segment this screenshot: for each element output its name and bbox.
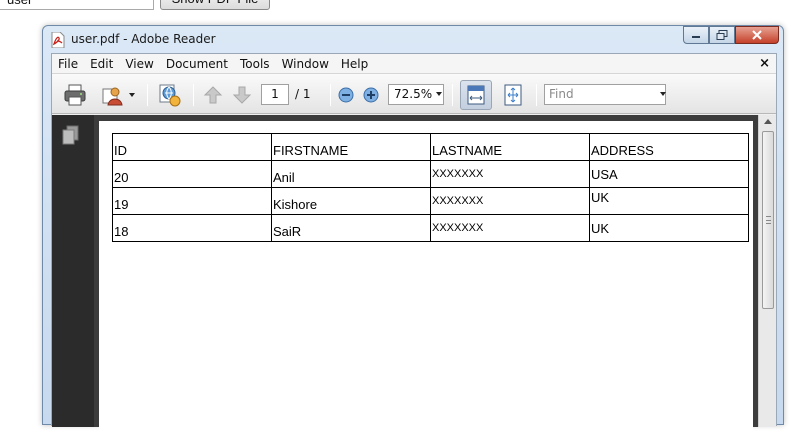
- page-total: / 1: [295, 87, 311, 101]
- window-controls: [683, 26, 779, 44]
- menu-view[interactable]: View: [119, 57, 159, 71]
- toolbar-separator: [330, 84, 331, 106]
- menu-document[interactable]: Document: [160, 57, 234, 71]
- toolbar: 1 / 1 72.5% Find: [52, 74, 776, 114]
- cell-firstname: Kishore: [271, 187, 431, 215]
- zoom-out-icon: [338, 87, 354, 103]
- zoom-in-icon: [363, 87, 379, 103]
- print-button[interactable]: [62, 82, 88, 108]
- reader-body: File Edit View Document Tools Window Hel…: [51, 53, 777, 431]
- table-header-row: ID FIRSTNAME LASTNAME ADDRESS: [112, 133, 749, 161]
- toolbar-separator: [452, 84, 453, 106]
- cell-address: USA: [589, 160, 749, 188]
- find-dropdown-arrow[interactable]: [660, 92, 666, 96]
- menubar: File Edit View Document Tools Window Hel…: [52, 54, 776, 74]
- zoom-in-button[interactable]: [362, 86, 380, 104]
- arrow-up-icon: [203, 86, 223, 104]
- user-icon: [102, 87, 123, 106]
- scrollbar-thumb[interactable]: [762, 131, 774, 309]
- menu-tools[interactable]: Tools: [234, 57, 276, 71]
- column-header-lastname: LASTNAME: [430, 133, 590, 161]
- scroll-up-arrow-icon[interactable]: [764, 119, 772, 124]
- user-table: ID FIRSTNAME LASTNAME ADDRESS 20 Anil XX…: [112, 133, 749, 242]
- minimize-icon: [692, 36, 700, 38]
- scrollbar-grip-icon: [766, 216, 771, 224]
- zoom-dropdown-arrow[interactable]: [436, 92, 442, 96]
- collaborate-dropdown-arrow[interactable]: [129, 93, 135, 97]
- restore-icon: [716, 30, 728, 40]
- cell-firstname: Anil: [271, 160, 431, 188]
- vertical-scrollbar[interactable]: [758, 115, 776, 427]
- maximize-button[interactable]: [709, 26, 735, 44]
- window-title: user.pdf - Adobe Reader: [71, 32, 216, 46]
- titlebar: user.pdf - Adobe Reader: [43, 26, 783, 53]
- cell-address: UK: [589, 214, 749, 242]
- cell-address: UK: [589, 187, 749, 215]
- toolbar-separator: [147, 84, 148, 106]
- print-icon: [64, 84, 86, 106]
- document-view[interactable]: ID FIRSTNAME LASTNAME ADDRESS 20 Anil XX…: [94, 115, 758, 431]
- fit-width-icon: [467, 85, 485, 105]
- minimize-button[interactable]: [683, 26, 709, 44]
- menu-help[interactable]: Help: [335, 57, 374, 71]
- menu-edit[interactable]: Edit: [84, 57, 119, 71]
- toolbar-separator: [193, 84, 194, 106]
- show-pdf-button[interactable]: Show PDF File: [160, 0, 270, 10]
- adobe-reader-window: user.pdf - Adobe Reader File Edit View D…: [42, 25, 784, 431]
- pdf-file-icon: [51, 32, 65, 48]
- page-number-input[interactable]: 1: [261, 84, 289, 105]
- column-header-id: ID: [112, 133, 272, 161]
- zoom-out-button[interactable]: [337, 86, 355, 104]
- fit-page-button[interactable]: [500, 82, 526, 108]
- arrow-down-icon: [232, 86, 252, 104]
- cell-lastname: XXXXXXX: [430, 214, 590, 242]
- cell-lastname: XXXXXXX: [430, 187, 590, 215]
- username-input[interactable]: user: [0, 0, 154, 10]
- collaborate-icon: [159, 84, 181, 107]
- fit-page-icon: [504, 84, 522, 106]
- table-row: 18 SaiR XXXXXXX UK: [112, 214, 749, 242]
- toolbar-separator: [536, 84, 537, 106]
- fit-width-button[interactable]: [460, 80, 492, 110]
- previous-page-button[interactable]: [202, 84, 224, 106]
- menu-window[interactable]: Window: [276, 57, 335, 71]
- table-row: 19 Kishore XXXXXXX UK: [112, 187, 749, 215]
- pdf-page: ID FIRSTNAME LASTNAME ADDRESS 20 Anil XX…: [99, 121, 753, 431]
- cell-id: 18: [112, 214, 272, 242]
- column-header-firstname: FIRSTNAME: [271, 133, 431, 161]
- document-close-button[interactable]: ×: [759, 56, 770, 71]
- navigation-panel: [52, 115, 94, 427]
- close-button[interactable]: [735, 26, 779, 44]
- menu-file[interactable]: File: [52, 57, 84, 71]
- close-icon: [752, 30, 762, 40]
- cell-firstname: SaiR: [271, 214, 431, 242]
- next-page-button[interactable]: [231, 84, 253, 106]
- cell-id: 19: [112, 187, 272, 215]
- collaborate-button[interactable]: [100, 82, 126, 108]
- table-row: 20 Anil XXXXXXX USA: [112, 160, 749, 188]
- cell-lastname: XXXXXXX: [430, 160, 590, 188]
- cell-id: 20: [112, 160, 272, 188]
- find-input[interactable]: Find: [544, 84, 666, 105]
- pages-panel-icon[interactable]: [61, 125, 81, 147]
- column-header-address: ADDRESS: [589, 133, 749, 161]
- share-button[interactable]: [156, 81, 184, 109]
